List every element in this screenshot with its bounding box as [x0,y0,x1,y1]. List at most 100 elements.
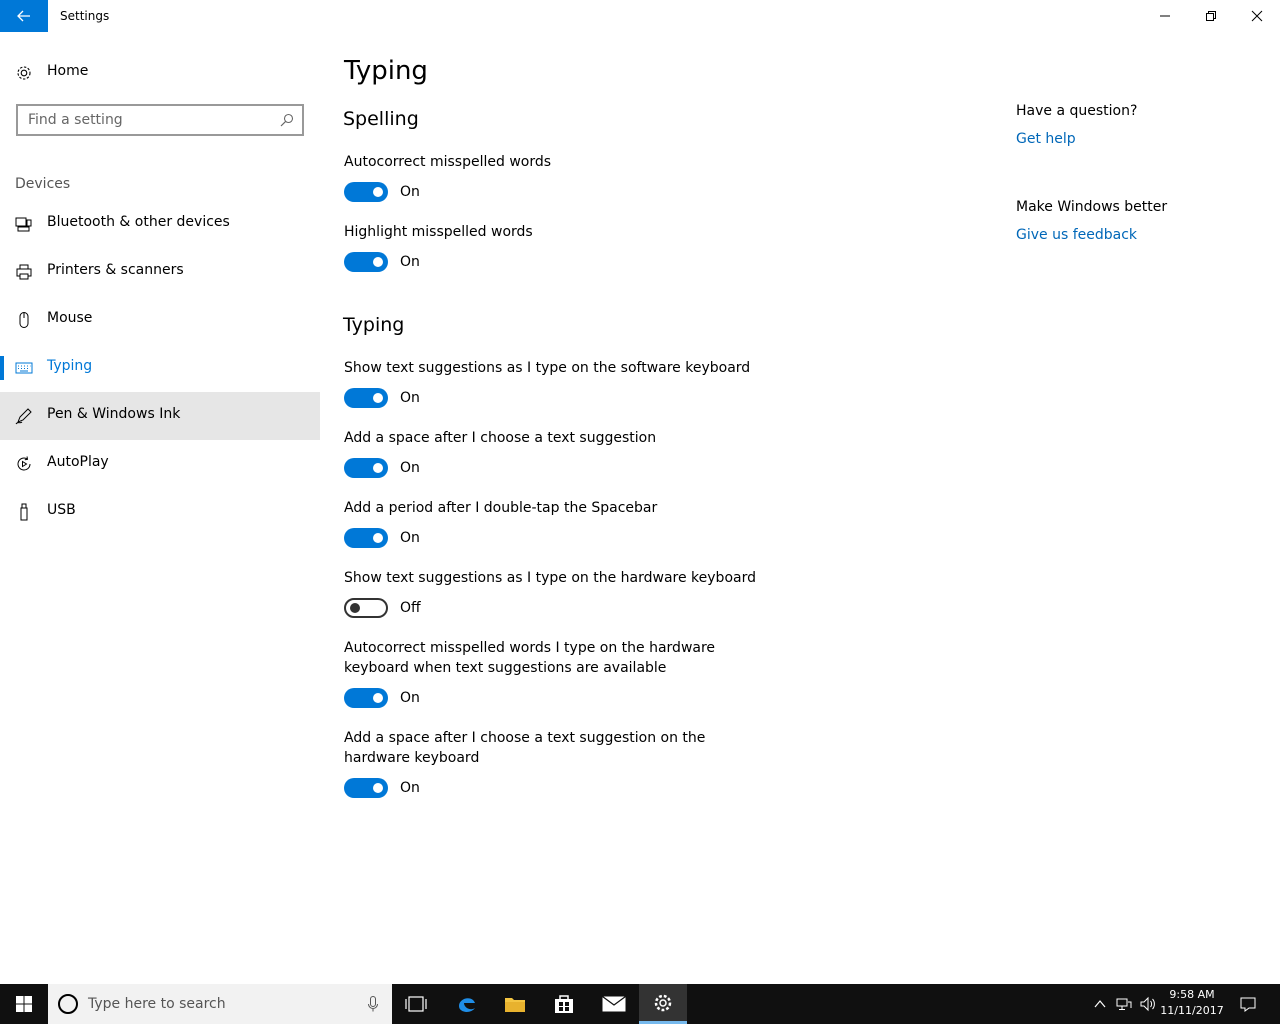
toggle-state: On [400,390,420,406]
toggle-switch[interactable] [344,598,388,618]
bluetooth-devices-icon [15,217,32,232]
setting-label: Show text suggestions as I type on the h… [344,570,756,586]
network-icon[interactable] [1116,996,1132,1012]
mail-button[interactable] [590,984,638,1024]
sidebar-item-autoplay[interactable]: AutoPlay [0,440,320,488]
back-arrow-icon [17,10,30,22]
sidebar-group-title: Devices [15,176,71,192]
hardware-add-space-toggle[interactable]: On [344,778,544,798]
restore-button[interactable] [1188,0,1234,32]
software-suggestions-toggle[interactable]: On [344,388,544,408]
sidebar-item-typing[interactable]: Typing [0,344,320,392]
settings-taskbar-button[interactable] [639,984,687,1024]
mouse-icon [19,312,29,328]
toggle-switch[interactable] [344,778,388,798]
highlight-toggle[interactable]: On [344,252,544,272]
autoplay-icon [17,456,31,471]
setting-label: Add a space after I choose a text sugges… [344,730,706,766]
mail-icon [602,996,626,1012]
gear-icon [654,994,672,1011]
toggle-switch[interactable] [344,458,388,478]
toggle-knob [373,693,383,703]
toggle-switch[interactable] [344,388,388,408]
hardware-suggestions-toggle[interactable]: Off [344,598,544,618]
setting-label: Highlight misspelled words [344,224,533,240]
sidebar-item-label: Bluetooth & other devices [47,214,230,230]
taskbar: Type here to search 9:58 AM 11/11/2017 [0,984,1280,1024]
sidebar-item-bluetooth[interactable]: Bluetooth & other devices [0,200,320,248]
gear-icon [17,66,31,80]
add-period-toggle[interactable]: On [344,528,544,548]
toggle-knob [373,463,383,473]
title-bar: Settings [0,0,1280,32]
taskbar-search-box[interactable]: Type here to search [48,984,392,1024]
add-space-toggle[interactable]: On [344,458,544,478]
setting-label: Show text suggestions as I type on the s… [344,360,751,376]
toggle-switch[interactable] [344,252,388,272]
taskbar-clock[interactable]: 9:58 AM 11/11/2017 [1150,987,1234,1019]
pen-icon [15,408,32,425]
sidebar-item-label: Pen & Windows Ink [47,406,181,422]
restore-icon [1206,11,1216,21]
sidebar-home[interactable]: Home [0,56,320,88]
sidebar-item-pen[interactable]: Pen & Windows Ink [0,392,320,440]
task-view-button[interactable] [392,984,440,1024]
setting-label: Add a period after I double-tap the Spac… [344,500,658,516]
keyboard-icon [15,362,33,374]
cortana-icon [58,994,78,1014]
chevron-up-icon[interactable] [1092,996,1108,1012]
section-title-spelling: Spelling [343,108,419,130]
search-icon [280,113,294,127]
toggle-knob [350,603,360,613]
toggle-switch[interactable] [344,182,388,202]
folder-icon [505,998,525,1012]
store-icon [555,995,573,1013]
hardware-autocorrect-toggle[interactable]: On [344,688,544,708]
back-button[interactable] [0,0,48,32]
give-feedback-link[interactable]: Give us feedback [1016,227,1137,243]
setting-label: Autocorrect misspelled words I type on t… [344,640,716,676]
toggle-knob [373,257,383,267]
toggle-knob [373,393,383,403]
start-button[interactable] [0,984,48,1024]
microphone-icon[interactable] [368,996,378,1012]
search-placeholder: Find a setting [28,112,123,128]
sidebar-item-label: Mouse [47,310,93,326]
sidebar-item-label: Typing [47,358,93,374]
edge-button[interactable] [443,984,491,1024]
sidebar-item-label: Printers & scanners [47,262,184,278]
sidebar-item-label: AutoPlay [47,454,109,470]
page-title: Typing [344,56,428,86]
app-title: Settings [60,9,110,23]
task-view-icon [405,996,427,1012]
toggle-state: On [400,780,420,796]
printer-icon [16,264,32,280]
toggle-switch[interactable] [344,528,388,548]
setting-label: Add a space after I choose a text sugges… [344,430,657,446]
toggle-state: On [400,690,420,706]
toggle-state: Off [400,600,421,616]
close-button[interactable] [1234,0,1280,32]
taskbar-search-placeholder: Type here to search [88,996,226,1012]
search-input[interactable]: Find a setting [16,104,304,136]
toggle-knob [373,187,383,197]
get-help-link[interactable]: Get help [1016,131,1076,147]
sidebar-item-printers[interactable]: Printers & scanners [0,248,320,296]
minimize-button[interactable] [1142,0,1188,32]
usb-icon [20,503,28,521]
section-title-typing: Typing [343,314,405,336]
clock-time: 9:58 AM [1169,988,1215,1001]
toggle-state: On [400,184,420,200]
clock-date: 11/11/2017 [1160,1004,1224,1017]
toggle-state: On [400,254,420,270]
help-heading: Have a question? [1016,103,1138,119]
sidebar-item-mouse[interactable]: Mouse [0,296,320,344]
sidebar: Home Find a setting Devices Bluetooth & … [0,32,320,984]
toggle-switch[interactable] [344,688,388,708]
action-center-icon[interactable] [1240,996,1256,1012]
autocorrect-toggle[interactable]: On [344,182,544,202]
store-button[interactable] [540,984,588,1024]
sidebar-item-usb[interactable]: USB [0,488,320,536]
file-explorer-button[interactable] [491,984,539,1024]
windows-logo-icon [16,996,32,1012]
